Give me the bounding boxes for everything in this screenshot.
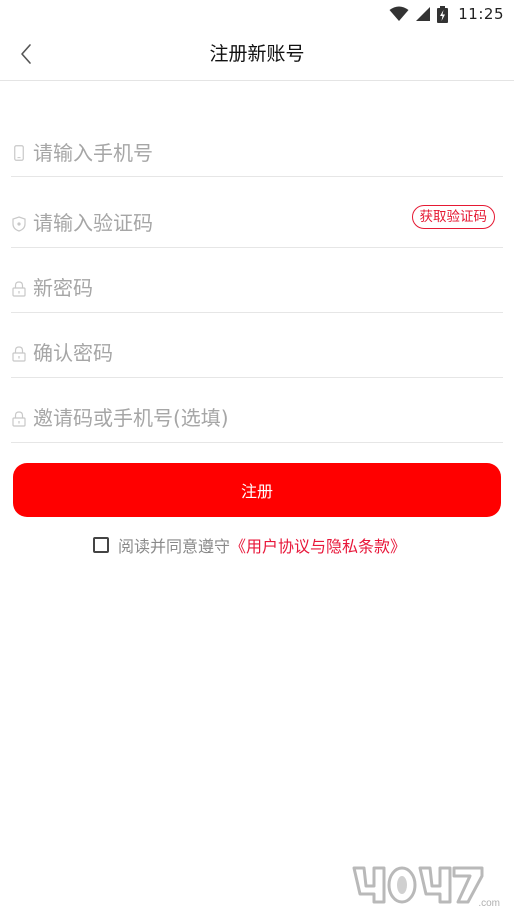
status-time: 11:25 bbox=[458, 5, 504, 23]
invite-input[interactable] bbox=[33, 403, 503, 433]
agreement-row: 阅读并同意遵守 《用户协议与隐私条款》 bbox=[93, 533, 406, 557]
invite-field-row bbox=[11, 386, 503, 443]
new-password-field-row bbox=[11, 256, 503, 313]
code-input[interactable] bbox=[33, 208, 393, 238]
lock-icon bbox=[11, 345, 27, 363]
wifi-icon bbox=[389, 6, 409, 21]
agreement-link[interactable]: 《用户协议与隐私条款》 bbox=[230, 533, 406, 557]
phone-icon bbox=[11, 144, 27, 162]
status-bar: 11:25 bbox=[0, 0, 514, 28]
svg-text:.com: .com bbox=[478, 898, 500, 909]
agreement-text: 阅读并同意遵守 bbox=[118, 537, 231, 556]
confirm-password-input[interactable] bbox=[33, 338, 503, 368]
phone-input[interactable] bbox=[33, 138, 503, 168]
shield-icon bbox=[11, 215, 27, 233]
battery-icon bbox=[437, 5, 449, 23]
signal-icon bbox=[416, 7, 431, 21]
watermark-logo: .com bbox=[352, 866, 500, 909]
phone-field-row bbox=[11, 120, 503, 177]
page-title: 注册新账号 bbox=[209, 43, 305, 65]
lock-icon bbox=[11, 410, 27, 428]
agreement-checkbox[interactable] bbox=[93, 537, 109, 553]
register-button[interactable]: 注册 bbox=[13, 463, 501, 517]
get-code-button[interactable]: 获取验证码 bbox=[411, 205, 495, 229]
app-header: 注册新账号 bbox=[0, 28, 514, 81]
lock-icon bbox=[11, 280, 27, 298]
confirm-password-field-row bbox=[11, 321, 503, 378]
new-password-input[interactable] bbox=[33, 273, 503, 303]
status-icons: 11:25 bbox=[389, 4, 504, 24]
code-field-row: 获取验证码 bbox=[11, 191, 503, 248]
